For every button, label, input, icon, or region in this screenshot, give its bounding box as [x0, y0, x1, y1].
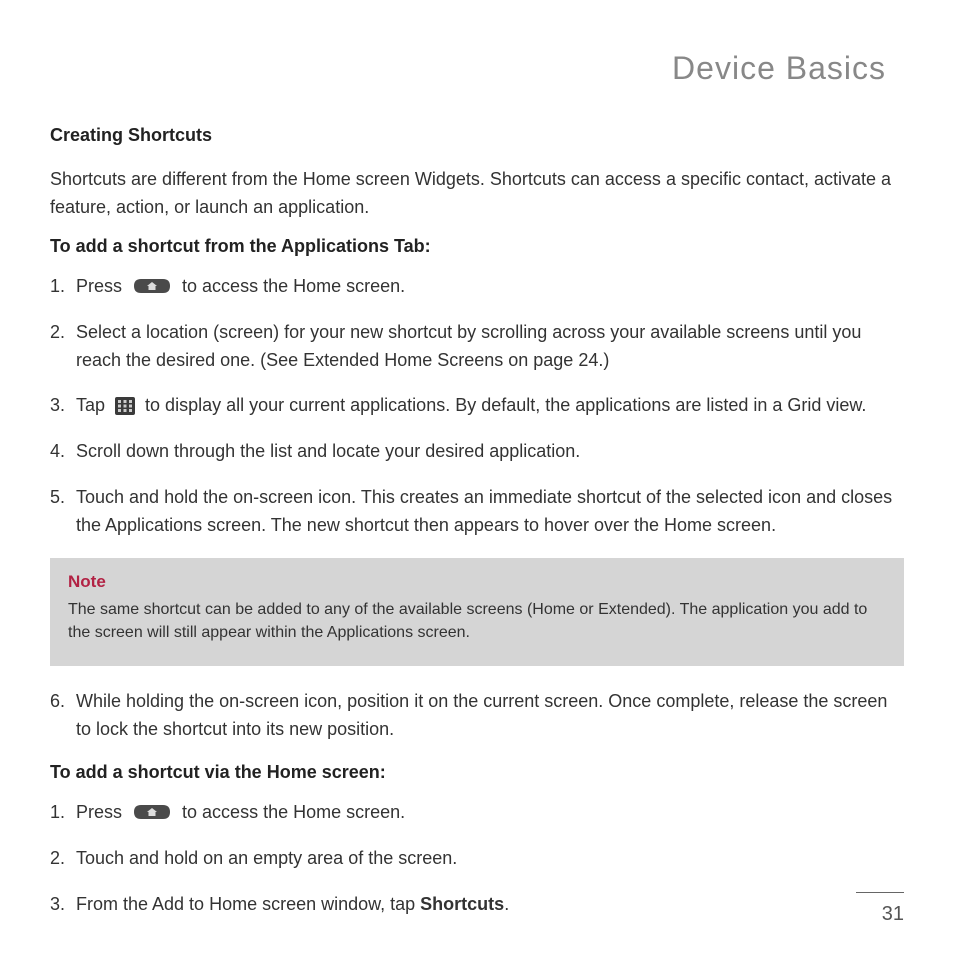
subheading-home-screen: To add a shortcut via the Home screen:: [50, 762, 904, 783]
page-title: Device Basics: [50, 50, 904, 87]
grid-apps-icon: [114, 396, 136, 416]
home-key-icon: [131, 276, 173, 294]
step-text: to display all your current applications…: [145, 395, 866, 415]
document-page: Device Basics Creating Shortcuts Shortcu…: [0, 0, 954, 977]
step-5: Touch and hold the on-screen icon. This …: [50, 484, 904, 540]
step-text: to access the Home screen.: [182, 276, 405, 296]
step-2: Select a location (screen) for your new …: [50, 319, 904, 375]
step-text: to access the Home screen.: [182, 802, 405, 822]
shortcuts-bold: Shortcuts: [420, 894, 504, 914]
step-text: .: [504, 894, 509, 914]
steps-list-1-cont: While holding the on-screen icon, positi…: [50, 688, 904, 744]
step-1b: Press to access the Home screen.: [50, 799, 904, 827]
intro-paragraph: Shortcuts are different from the Home sc…: [50, 166, 904, 222]
note-label: Note: [68, 572, 886, 592]
home-key-icon: [131, 802, 173, 820]
section-heading: Creating Shortcuts: [50, 125, 904, 146]
step-text: Press: [76, 276, 127, 296]
steps-list-1: Press to access the Home screen. Select …: [50, 273, 904, 540]
step-text: Tap: [76, 395, 110, 415]
step-3: Tap to display all your current applicat…: [50, 392, 904, 420]
note-text: The same shortcut can be added to any of…: [68, 598, 886, 644]
step-3b: From the Add to Home screen window, tap …: [50, 891, 904, 919]
page-number: 31: [856, 903, 904, 926]
subheading-apps-tab: To add a shortcut from the Applications …: [50, 236, 904, 257]
page-number-area: 31: [856, 892, 904, 926]
page-number-rule: [856, 892, 904, 893]
note-box: Note The same shortcut can be added to a…: [50, 558, 904, 666]
step-6: While holding the on-screen icon, positi…: [50, 688, 904, 744]
step-text: Press: [76, 802, 127, 822]
step-text: From the Add to Home screen window, tap: [76, 894, 420, 914]
steps-list-2: Press to access the Home screen. Touch a…: [50, 799, 904, 919]
step-1: Press to access the Home screen.: [50, 273, 904, 301]
step-4: Scroll down through the list and locate …: [50, 438, 904, 466]
step-2b: Touch and hold on an empty area of the s…: [50, 845, 904, 873]
